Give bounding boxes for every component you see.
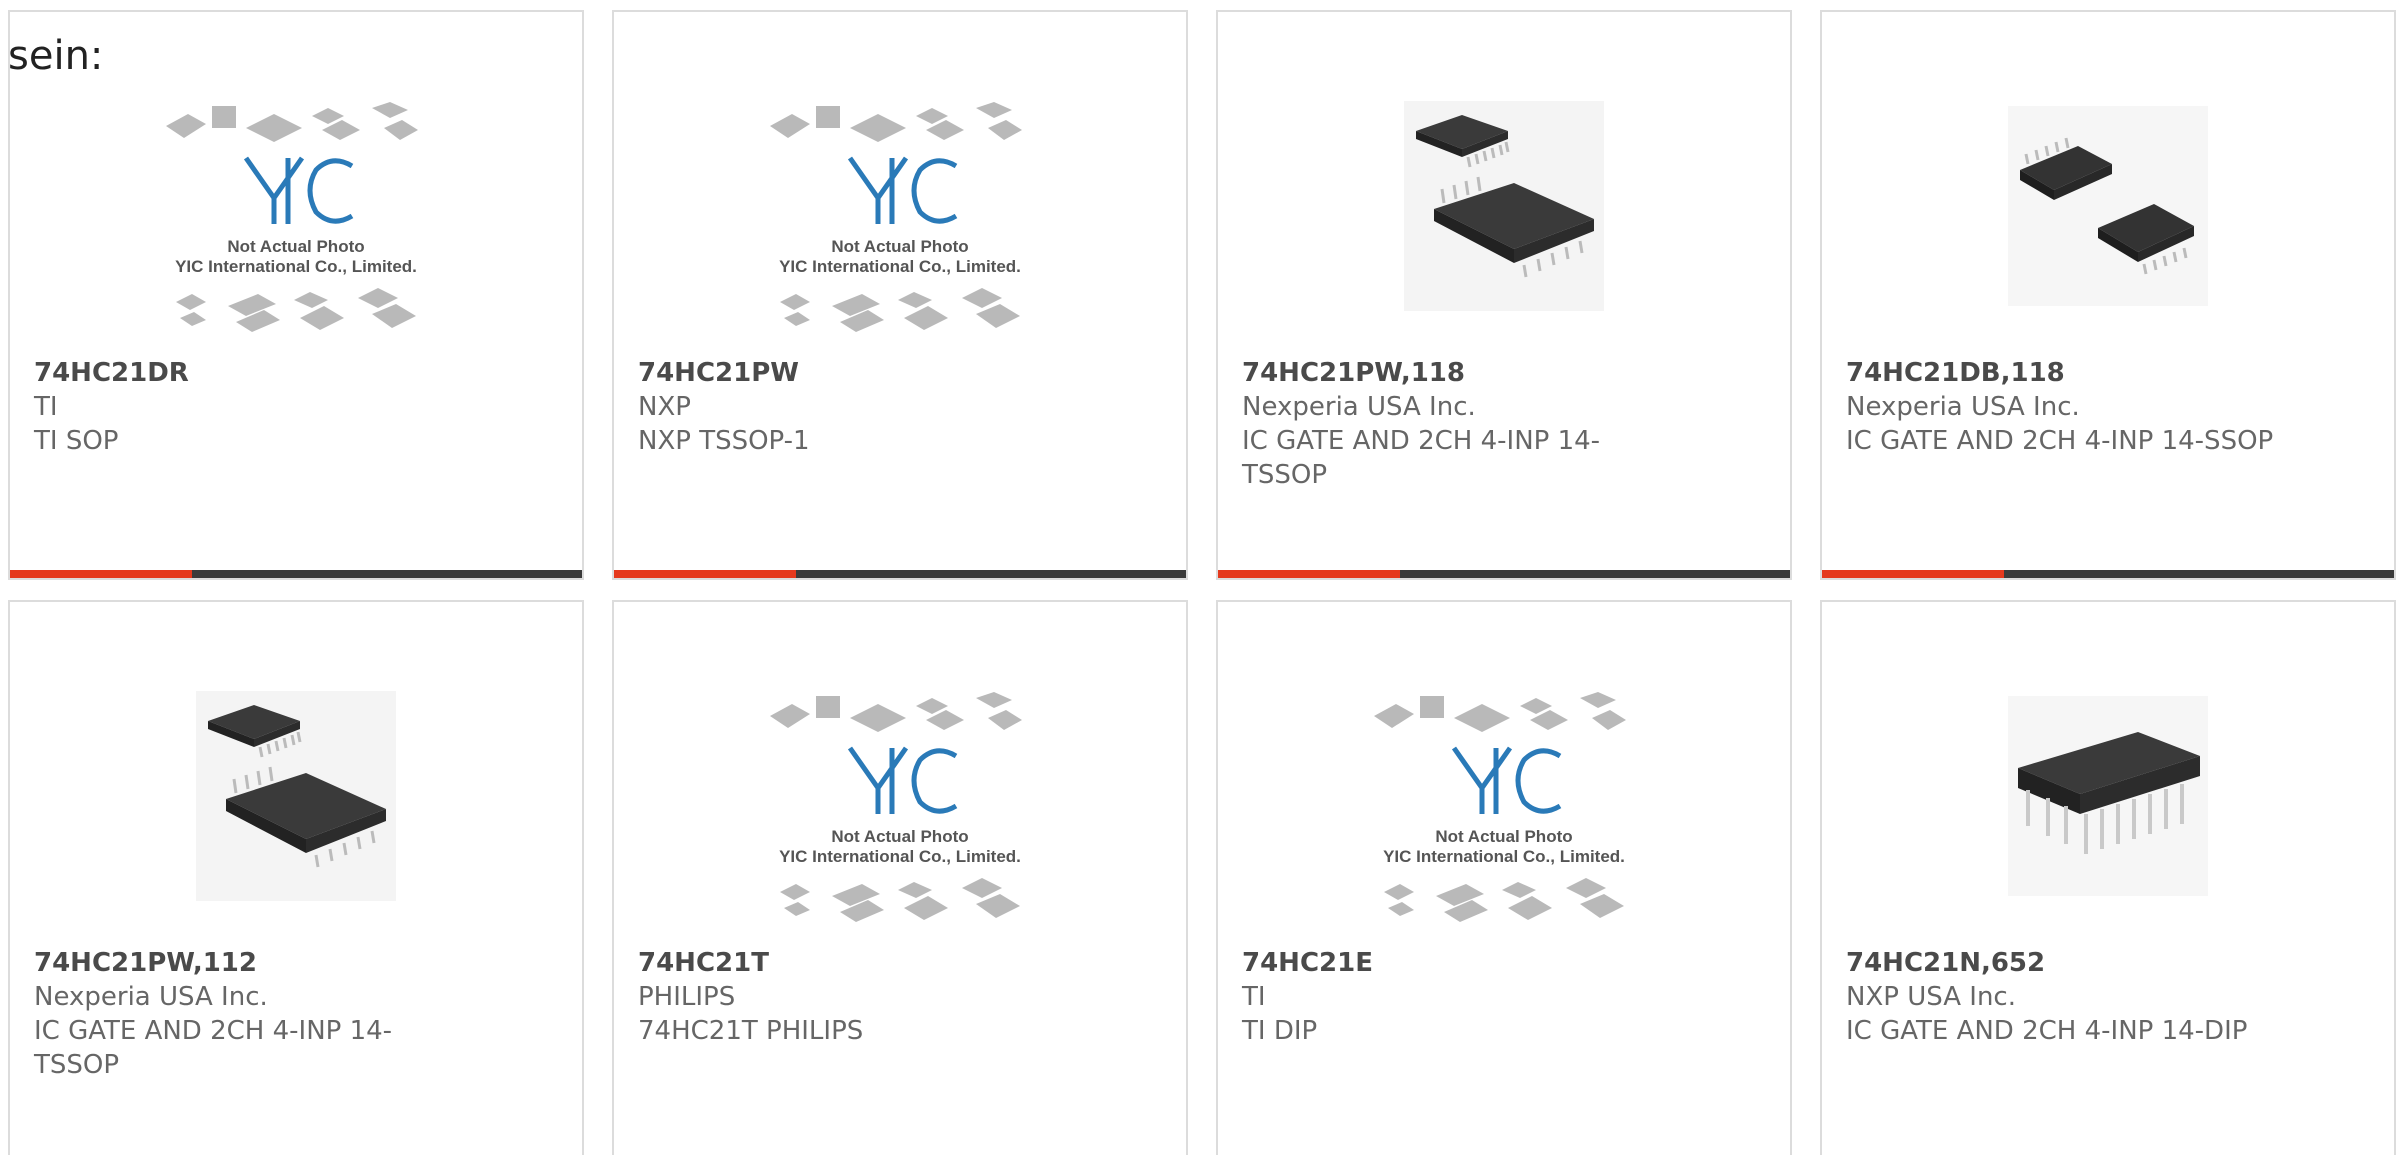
product-card[interactable]: 74HC21N,652 NXP USA Inc. IC GATE AND 2CH… bbox=[1820, 600, 2396, 1155]
placeholder-line2: YIC International Co., Limited. bbox=[175, 257, 417, 276]
description: TI SOP bbox=[34, 426, 119, 456]
card-bottom-bar bbox=[1822, 570, 2394, 578]
part-number[interactable]: 74HC21PW,118 bbox=[1242, 356, 1762, 390]
description: IC GATE AND 2CH 4-INP 14-TSSOP bbox=[1242, 426, 1601, 490]
dip-chip-image bbox=[2008, 696, 2208, 896]
product-card[interactable]: 74HC21PW,118 Nexperia USA Inc. IC GATE A… bbox=[1216, 10, 1792, 580]
card-bottom-bar bbox=[1218, 570, 1790, 578]
part-number[interactable]: 74HC21E bbox=[1242, 946, 1762, 980]
product-image[interactable] bbox=[1822, 56, 2394, 356]
placeholder-line1: Not Actual Photo bbox=[1435, 827, 1572, 846]
description: NXP TSSOP-1 bbox=[638, 426, 810, 456]
product-info: 74HC21DB,118 Nexperia USA Inc. IC GATE A… bbox=[1846, 356, 2366, 458]
description: IC GATE AND 2CH 4-INP 14-TSSOP bbox=[34, 1016, 393, 1080]
placeholder-line1: Not Actual Photo bbox=[831, 827, 968, 846]
card-accent-bar bbox=[1218, 570, 1400, 578]
card-bottom-bar bbox=[10, 570, 582, 578]
placeholder-line2: YIC International Co., Limited. bbox=[779, 257, 1021, 276]
product-card[interactable]: Not Actual Photo YIC International Co., … bbox=[612, 10, 1188, 580]
part-number[interactable]: 74HC21PW,112 bbox=[34, 946, 554, 980]
manufacturer: Nexperia USA Inc. bbox=[34, 982, 268, 1012]
product-info: 74HC21E TI TI DIP bbox=[1242, 946, 1762, 1048]
product-card[interactable]: Not Actual Photo YIC International Co., … bbox=[1216, 600, 1792, 1155]
product-card[interactable]: Not Actual Photo YIC International Co., … bbox=[612, 600, 1188, 1155]
product-card[interactable]: 74HC21PW,112 Nexperia USA Inc. IC GATE A… bbox=[8, 600, 584, 1155]
manufacturer: Nexperia USA Inc. bbox=[1846, 392, 2080, 422]
product-image[interactable] bbox=[10, 646, 582, 946]
card-accent-bar bbox=[10, 570, 192, 578]
product-image[interactable] bbox=[1822, 646, 2394, 946]
section-heading: sein: bbox=[8, 33, 104, 79]
description: IC GATE AND 2CH 4-INP 14-SSOP bbox=[1846, 426, 2274, 456]
product-image[interactable]: Not Actual Photo YIC International Co., … bbox=[614, 646, 1186, 946]
product-info: 74HC21T PHILIPS 74HC21T PHILIPS bbox=[638, 946, 1158, 1048]
manufacturer: PHILIPS bbox=[638, 982, 736, 1012]
description: 74HC21T PHILIPS bbox=[638, 1016, 864, 1046]
description: IC GATE AND 2CH 4-INP 14-DIP bbox=[1846, 1016, 2248, 1046]
manufacturer: NXP USA Inc. bbox=[1846, 982, 2016, 1012]
placeholder-line2: YIC International Co., Limited. bbox=[1383, 847, 1625, 866]
product-info: 74HC21PW,112 Nexperia USA Inc. IC GATE A… bbox=[34, 946, 554, 1082]
product-info: 74HC21PW,118 Nexperia USA Inc. IC GATE A… bbox=[1242, 356, 1762, 492]
product-image[interactable] bbox=[1218, 56, 1790, 356]
product-image[interactable]: Not Actual Photo YIC International Co., … bbox=[614, 56, 1186, 356]
card-accent-bar bbox=[1822, 570, 2004, 578]
card-accent-bar bbox=[614, 570, 796, 578]
tssop-chip-image bbox=[196, 691, 396, 901]
manufacturer: TI bbox=[1242, 982, 1266, 1012]
part-number[interactable]: 74HC21PW bbox=[638, 356, 1158, 390]
part-number[interactable]: 74HC21T bbox=[638, 946, 1158, 980]
card-bottom-bar bbox=[614, 570, 1186, 578]
product-info: 74HC21DR TI TI SOP bbox=[34, 356, 554, 458]
manufacturer: Nexperia USA Inc. bbox=[1242, 392, 1476, 422]
product-image[interactable]: Not Actual Photo YIC International Co., … bbox=[1218, 646, 1790, 946]
product-image[interactable]: Not Actual Photo YIC International Co., … bbox=[10, 56, 582, 356]
manufacturer: NXP bbox=[638, 392, 691, 422]
placeholder-image: Not Actual Photo YIC International Co., … bbox=[770, 692, 1022, 922]
product-info: 74HC21PW NXP NXP TSSOP-1 bbox=[638, 356, 1158, 458]
product-card[interactable]: 74HC21DB,118 Nexperia USA Inc. IC GATE A… bbox=[1820, 10, 2396, 580]
part-number[interactable]: 74HC21N,652 bbox=[1846, 946, 2366, 980]
part-number[interactable]: 74HC21DB,118 bbox=[1846, 356, 2366, 390]
placeholder-image: Not Actual Photo YIC International Co., … bbox=[1374, 692, 1626, 922]
product-card[interactable]: Not Actual Photo YIC International Co., … bbox=[8, 10, 584, 580]
manufacturer: TI bbox=[34, 392, 58, 422]
placeholder-line2: YIC International Co., Limited. bbox=[779, 847, 1021, 866]
placeholder-line1: Not Actual Photo bbox=[227, 237, 364, 256]
part-number[interactable]: 74HC21DR bbox=[34, 356, 554, 390]
placeholder-image: Not Actual Photo YIC International Co., … bbox=[166, 102, 418, 332]
tssop-chip-image bbox=[1404, 101, 1604, 311]
product-grid-page: sein: Not Actual Photo YIC International… bbox=[0, 0, 2400, 1155]
description: TI DIP bbox=[1242, 1016, 1318, 1046]
ssop-chip-image bbox=[2008, 106, 2208, 306]
product-info: 74HC21N,652 NXP USA Inc. IC GATE AND 2CH… bbox=[1846, 946, 2366, 1048]
placeholder-image: Not Actual Photo YIC International Co., … bbox=[770, 102, 1022, 332]
placeholder-line1: Not Actual Photo bbox=[831, 237, 968, 256]
